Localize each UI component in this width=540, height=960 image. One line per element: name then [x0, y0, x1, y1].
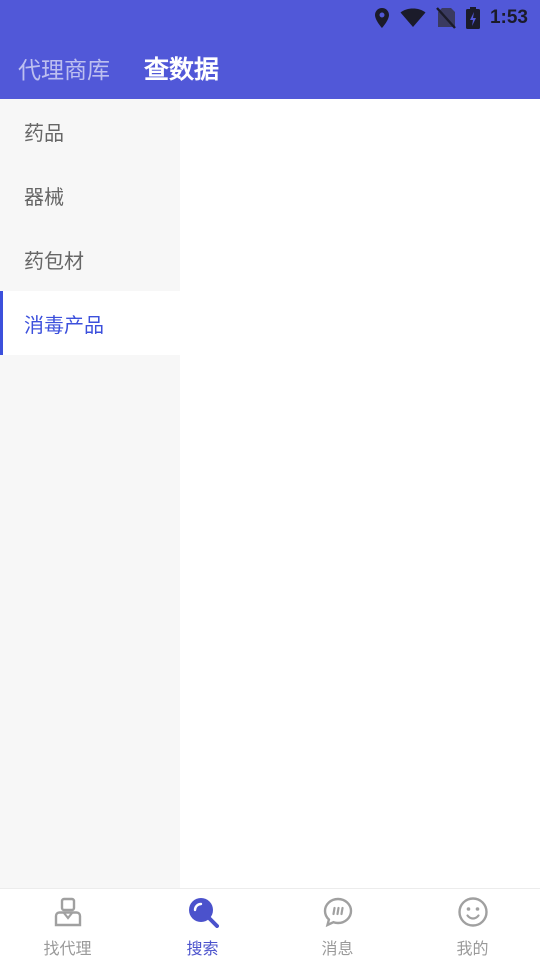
status-bar: 1:53	[0, 0, 540, 36]
nav-label-find-agent: 找代理	[43, 939, 92, 958]
sidebar-item-packaging[interactable]: 药包材	[0, 227, 180, 291]
nav-messages[interactable]: 消息	[270, 889, 405, 960]
category-sidebar: 药品 器械 药包材 消毒产品	[0, 99, 180, 888]
bottom-nav: 找代理 搜索 消息 我的	[0, 888, 540, 960]
sidebar-item-devices[interactable]: 器械	[0, 163, 180, 227]
tab-agent-library[interactable]: 代理商库	[18, 51, 110, 85]
no-sim-icon	[436, 7, 456, 29]
nav-profile[interactable]: 我的	[405, 889, 540, 960]
content-area	[180, 99, 540, 888]
app-root: 1:53 代理商库 查数据 药品 器械 药包材 消毒产品 找代理 搜索 消息 我…	[0, 0, 540, 960]
message-icon	[321, 895, 355, 929]
wifi-icon	[400, 8, 426, 28]
search-icon	[186, 895, 220, 929]
nav-find-agent[interactable]: 找代理	[0, 889, 135, 960]
location-icon	[374, 7, 390, 29]
nav-label-profile: 我的	[456, 939, 489, 958]
tab-query-data[interactable]: 查数据	[144, 50, 219, 86]
smiley-icon	[456, 895, 490, 929]
nav-search[interactable]: 搜索	[135, 889, 270, 960]
agent-icon	[51, 895, 85, 929]
battery-charging-icon	[465, 7, 480, 29]
sidebar-item-drugs[interactable]: 药品	[0, 99, 180, 163]
status-time: 1:53	[489, 7, 528, 28]
top-tab-bar: 代理商库 查数据	[0, 36, 540, 99]
sidebar-item-disinfection[interactable]: 消毒产品	[0, 291, 180, 355]
nav-label-search: 搜索	[186, 939, 219, 958]
nav-label-messages: 消息	[321, 939, 354, 958]
